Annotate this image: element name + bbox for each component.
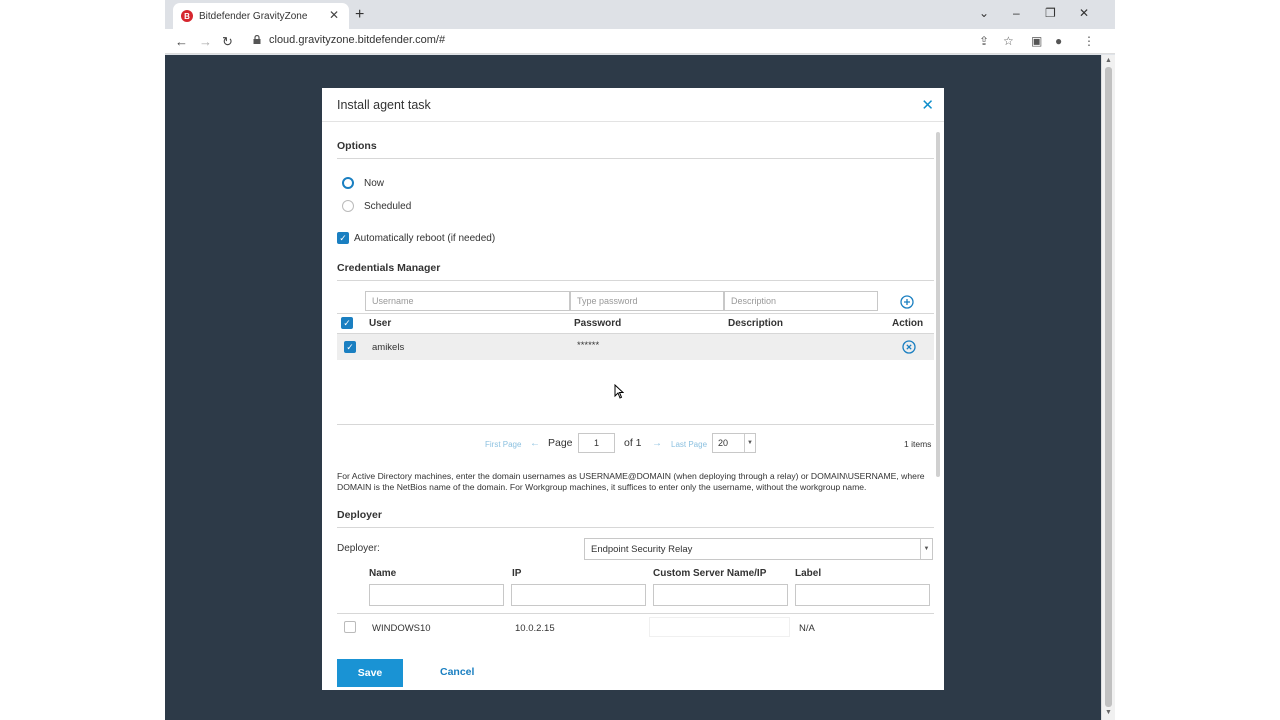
col-custom-server: Custom Server Name/IP	[653, 568, 767, 579]
dialog-header: Install agent task ✕	[322, 88, 944, 122]
filter-name-input[interactable]	[369, 584, 504, 606]
deployer-heading: Deployer	[337, 509, 934, 528]
filter-custom-server-input[interactable]	[653, 584, 788, 606]
select-all-credentials-checkbox[interactable]: ✓	[341, 317, 353, 329]
credential-password: ******	[577, 340, 600, 351]
dialog-scrollbar[interactable]	[936, 132, 940, 477]
radio-scheduled[interactable]: Scheduled	[342, 200, 411, 212]
minimize-button[interactable]: –	[1013, 6, 1020, 20]
table-row[interactable]: WINDOWS10 10.0.2.15 N/A	[337, 615, 934, 641]
dialog-title: Install agent task	[337, 98, 431, 112]
close-icon[interactable]: ✕	[921, 98, 934, 113]
tab-search-icon[interactable]: ⌄	[979, 6, 989, 20]
reboot-label: Automatically reboot (if needed)	[354, 232, 496, 244]
endpoint-label: N/A	[799, 623, 815, 634]
options-heading: Options	[337, 140, 934, 159]
forward-icon[interactable]: →	[199, 34, 212, 49]
col-description: Description	[728, 318, 784, 329]
side-panel-icon[interactable]: ▣	[1031, 34, 1042, 48]
save-button[interactable]: Save	[337, 659, 403, 687]
credentials-heading: Credentials Manager	[337, 262, 934, 281]
col-user: User	[369, 318, 392, 329]
tab-close-icon[interactable]: ✕	[329, 8, 339, 22]
items-count: 1 items	[904, 439, 932, 449]
page-of-label: of 1	[624, 437, 642, 449]
page-size-select[interactable]: 20 ▼	[712, 433, 756, 453]
window-close-button[interactable]: ✕	[1079, 6, 1089, 20]
reboot-checkbox[interactable]: ✓	[337, 232, 349, 244]
scrollbar-thumb[interactable]	[1105, 67, 1112, 707]
deployer-label: Deployer:	[337, 543, 380, 554]
maximize-button[interactable]: ❐	[1045, 6, 1056, 20]
cred-divider	[337, 313, 934, 314]
col-password: Password	[574, 318, 622, 329]
pager-divider	[337, 424, 934, 425]
profile-avatar-icon[interactable]: ●	[1055, 34, 1062, 48]
last-page-link[interactable]: Last Page	[671, 440, 707, 449]
radio-now[interactable]: Now	[342, 177, 384, 189]
endpoint-name: WINDOWS10	[372, 623, 431, 634]
deployer-selected-value: Endpoint Security Relay	[591, 543, 693, 555]
mouse-cursor-icon	[614, 384, 624, 399]
radio-now-indicator[interactable]	[342, 177, 354, 189]
reboot-checkbox-row[interactable]: ✓ Automatically reboot (if needed)	[337, 232, 495, 244]
row-checkbox[interactable]	[344, 621, 356, 633]
deployer-select[interactable]: Endpoint Security Relay ▼	[584, 538, 933, 560]
tab-title: Bitdefender GravityZone	[199, 10, 308, 22]
col-action: Action	[892, 318, 924, 329]
browser-tab[interactable]: B Bitdefender GravityZone ✕	[173, 3, 349, 29]
endpoint-ip: 10.0.2.15	[515, 623, 555, 634]
filter-ip-input[interactable]	[511, 584, 646, 606]
next-page-icon[interactable]: →	[652, 438, 662, 449]
row-checkbox[interactable]: ✓	[344, 341, 356, 353]
col-ip: IP	[512, 568, 522, 579]
tab-strip: B Bitdefender GravityZone ✕ + ⌄ – ❐ ✕	[165, 0, 1115, 29]
password-input[interactable]: Type password	[570, 291, 724, 311]
description-input[interactable]: Description	[724, 291, 878, 311]
scroll-up-icon[interactable]: ▲	[1105, 57, 1112, 64]
chevron-down-icon[interactable]: ▼	[744, 434, 755, 452]
radio-now-label: Now	[364, 177, 385, 189]
deployer-divider	[337, 613, 934, 614]
new-tab-button[interactable]: +	[355, 6, 364, 24]
cancel-button[interactable]: Cancel	[440, 666, 474, 678]
col-name: Name	[369, 568, 397, 579]
radio-scheduled-label: Scheduled	[364, 200, 412, 212]
browser-menu-icon[interactable]: ⋮	[1083, 34, 1095, 48]
back-icon[interactable]: ←	[175, 34, 188, 49]
bookmark-star-icon[interactable]: ☆	[1003, 34, 1014, 48]
install-agent-dialog: Install agent task ✕ Options Now Schedul…	[322, 88, 944, 690]
filter-label-input[interactable]	[795, 584, 930, 606]
address-bar[interactable]: cloud.gravityzone.bitdefender.com/#	[269, 34, 445, 46]
reload-icon[interactable]: ↻	[222, 34, 233, 50]
browser-toolbar: ← → ↻ cloud.gravityzone.bitdefender.com/…	[165, 29, 1115, 54]
table-row[interactable]: ✓ amikels ******	[337, 334, 934, 360]
custom-server-input[interactable]	[649, 617, 790, 637]
page-scrollbar[interactable]: ▲ ▼	[1101, 55, 1115, 720]
lock-icon	[253, 35, 261, 44]
radio-scheduled-indicator[interactable]	[342, 200, 354, 212]
scroll-down-icon[interactable]: ▼	[1105, 709, 1112, 716]
chevron-down-icon[interactable]: ▼	[920, 539, 932, 559]
credential-user: amikels	[372, 342, 405, 353]
share-icon[interactable]: ⇪	[979, 34, 989, 48]
remove-credential-icon[interactable]	[902, 340, 916, 354]
bitdefender-favicon-icon: B	[181, 10, 193, 22]
col-label: Label	[795, 568, 822, 579]
page-number-input[interactable]: 1	[578, 433, 615, 453]
page-size-value: 20	[718, 438, 729, 448]
username-input[interactable]: Username	[365, 291, 570, 311]
prev-page-icon[interactable]: ←	[530, 438, 540, 449]
first-page-link[interactable]: First Page	[485, 440, 521, 449]
credentials-help-text: For Active Directory machines, enter the…	[337, 471, 925, 492]
page-label: Page	[548, 437, 573, 449]
add-credential-icon[interactable]	[900, 295, 914, 309]
